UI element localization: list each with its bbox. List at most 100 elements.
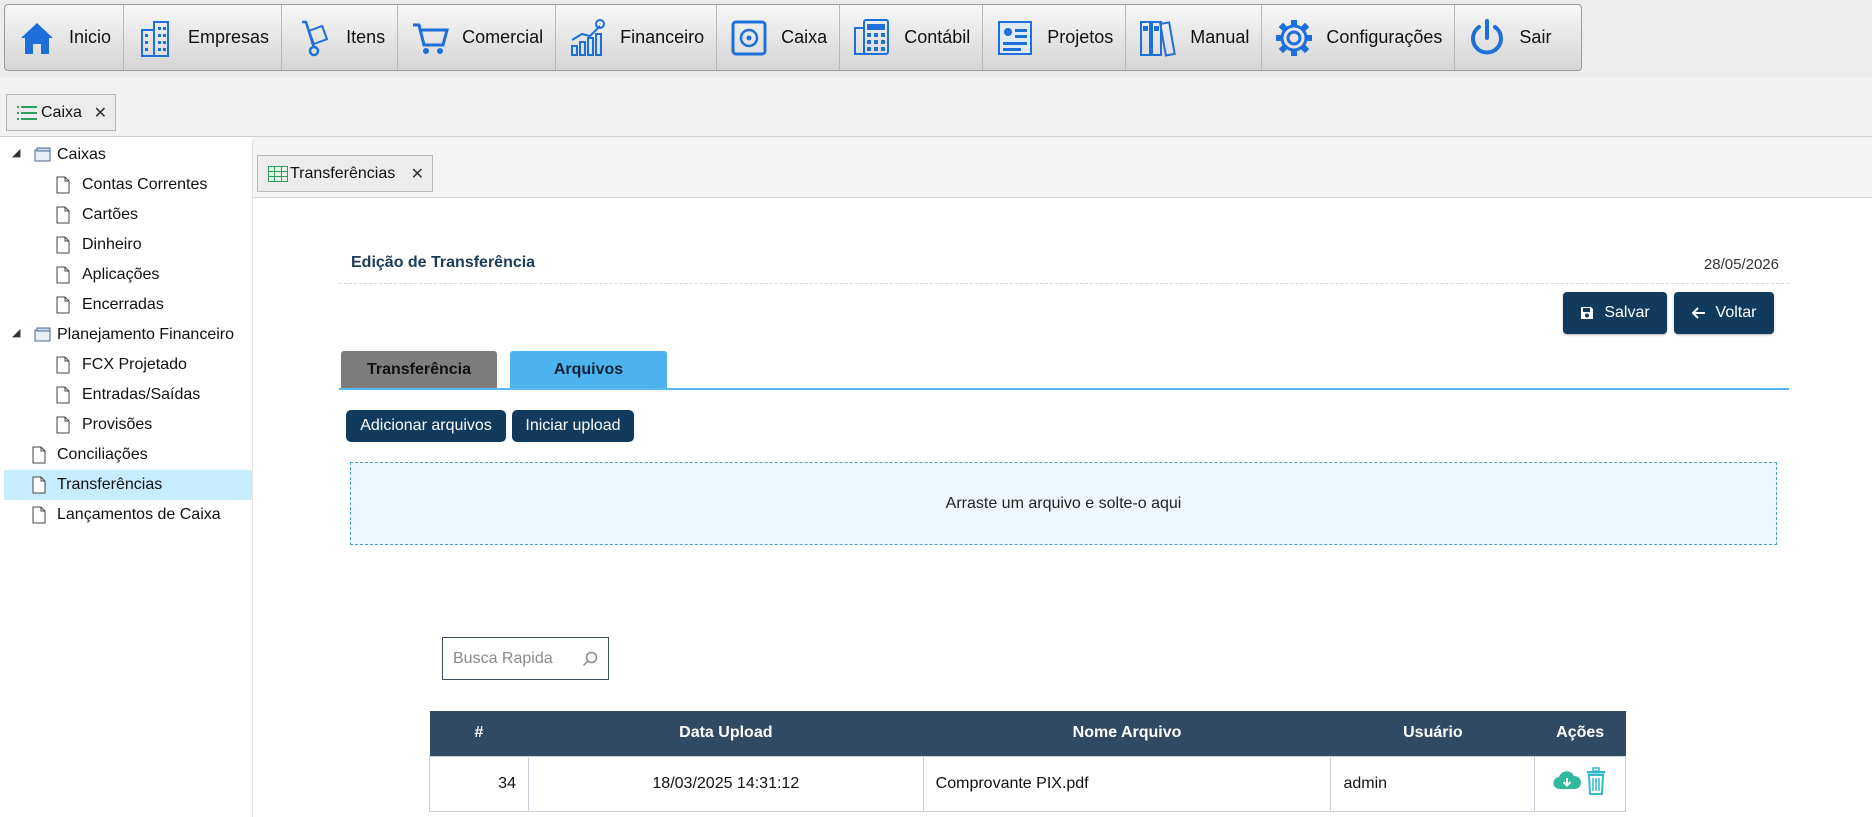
tree-label: Encerradas — [82, 296, 164, 313]
tree-node-contas-correntes[interactable]: Contas Correntes — [4, 170, 252, 200]
tree-label: Lançamentos de Caixa — [57, 506, 221, 523]
tab-caixa-label: Caixa — [41, 103, 82, 121]
menu-caixa[interactable]: Caixa — [717, 5, 841, 70]
menu-empresas[interactable]: Empresas — [124, 5, 283, 70]
back-button[interactable]: Voltar — [1674, 292, 1774, 334]
home-icon — [15, 16, 59, 60]
col-id[interactable]: # — [429, 711, 529, 756]
document-icon — [32, 476, 46, 499]
menu-sair-label: Sair — [1519, 27, 1552, 47]
edit-panel: Edição de Transferência 28/05/2026 Salva… — [253, 198, 1872, 817]
current-date: 28/05/2026 — [1703, 256, 1779, 273]
trash-icon[interactable] — [1585, 767, 1607, 800]
tab-transferencia[interactable]: Transferência — [341, 351, 497, 388]
back-button-label: Voltar — [1715, 304, 1757, 321]
safe-icon — [727, 16, 771, 60]
floppy-icon — [1580, 306, 1594, 320]
tree-label: FCX Projetado — [82, 356, 187, 373]
navigation-tree: ◢ Caixas Contas Correntes Cartões Dinhei… — [4, 140, 253, 817]
tree-node-lancamentos-de-caixa[interactable]: Lançamentos de Caixa — [4, 500, 252, 530]
dropzone-text: Arraste um arquivo e solte-o aqui — [945, 494, 1182, 512]
tree-node-encerradas[interactable]: Encerradas — [4, 290, 252, 320]
gear-icon — [1272, 16, 1316, 60]
calculator-icon — [850, 16, 894, 60]
document-icon — [56, 296, 70, 319]
menu-configuracoes-label: Configurações — [1326, 27, 1443, 47]
expanded-arrow-icon[interactable]: ◢ — [12, 326, 20, 339]
file-dropzone[interactable]: Arraste um arquivo e solte-o aqui — [350, 462, 1777, 545]
cell-date: 18/03/2025 14:31:12 — [527, 755, 924, 812]
tab-transferencias[interactable]: Transferências ✕ — [257, 155, 433, 192]
menu-projetos[interactable]: Projetos — [983, 5, 1127, 70]
table-row[interactable]: 34 18/03/2025 14:31:12 Comprovante PIX.p… — [429, 755, 1626, 812]
divider — [339, 283, 1789, 284]
tree-label: Planejamento Financeiro — [57, 326, 234, 343]
col-nome-arquivo[interactable]: Nome Arquivo — [923, 711, 1331, 756]
menu-inicio[interactable]: Inicio — [5, 5, 125, 70]
tree-node-conciliacoes[interactable]: Conciliações — [4, 440, 252, 470]
menu-contabil-label: Contábil — [904, 27, 971, 47]
document-icon — [56, 386, 70, 409]
tree-node-cartoes[interactable]: Cartões — [4, 200, 252, 230]
search-icon[interactable] — [582, 651, 598, 667]
tree-node-fcx-projetado[interactable]: FCX Projetado — [4, 350, 252, 380]
list-icon — [17, 105, 37, 120]
tree-label: Cartões — [82, 206, 139, 223]
document-icon — [56, 356, 70, 379]
grid-icon — [268, 165, 288, 182]
tree-label: Entradas/Saídas — [82, 386, 201, 403]
arrow-left-icon — [1691, 307, 1706, 319]
cell-file-name: Comprovante PIX.pdf — [922, 755, 1332, 812]
table-header-row: # Data Upload Nome Arquivo Usuário Ações — [429, 711, 1626, 756]
menu-comercial[interactable]: Comercial — [398, 5, 557, 70]
tab-arquivos[interactable]: Arquivos — [510, 351, 667, 388]
menu-itens-label: Itens — [346, 27, 386, 47]
col-acoes: Ações — [1534, 711, 1626, 756]
tree-node-entradas-saidas[interactable]: Entradas/Saídas — [4, 380, 252, 410]
tree-node-provisoes[interactable]: Provisões — [4, 410, 252, 440]
col-usuario[interactable]: Usuário — [1330, 711, 1535, 756]
start-upload-button[interactable]: Iniciar upload — [512, 410, 634, 442]
tree-node-caixas[interactable]: ◢ Caixas — [4, 140, 252, 170]
menu-configuracoes[interactable]: Configurações — [1262, 5, 1456, 70]
module-tab-row: Caixa ✕ — [0, 77, 1872, 137]
tree-label: Aplicações — [82, 266, 160, 283]
tab-caixa[interactable]: Caixa ✕ — [6, 94, 116, 131]
tree-node-planejamento-financeiro[interactable]: ◢ Planejamento Financeiro — [4, 320, 252, 350]
tree-node-transferencias[interactable]: Transferências — [4, 470, 252, 500]
main-menu-bar: Inicio Empresas Itens Comercial Financei… — [4, 4, 1582, 71]
cell-user: admin — [1330, 755, 1536, 812]
menu-sair[interactable]: Sair — [1455, 5, 1563, 70]
menu-financeiro[interactable]: Financeiro — [556, 5, 718, 70]
tab-underline — [339, 388, 1789, 390]
tree-node-dinheiro[interactable]: Dinheiro — [4, 230, 252, 260]
menu-manual[interactable]: Manual — [1126, 5, 1263, 70]
search-input[interactable] — [453, 649, 573, 668]
save-button-label: Salvar — [1604, 304, 1650, 321]
quick-search[interactable] — [442, 637, 609, 680]
expanded-arrow-icon[interactable]: ◢ — [12, 146, 20, 159]
save-button[interactable]: Salvar — [1563, 292, 1667, 334]
add-files-button[interactable]: Adicionar arquivos — [346, 410, 506, 442]
growth-chart-icon — [566, 16, 610, 60]
document-icon — [56, 266, 70, 289]
cloud-download-icon[interactable] — [1553, 770, 1581, 797]
document-icon — [32, 506, 46, 529]
project-board-icon — [993, 16, 1037, 60]
close-icon[interactable]: ✕ — [94, 103, 107, 123]
tree-label: Contas Correntes — [82, 176, 208, 193]
folder-icon — [34, 327, 52, 348]
close-icon[interactable]: ✕ — [411, 164, 424, 184]
menu-contabil[interactable]: Contábil — [840, 5, 984, 70]
menu-itens[interactable]: Itens — [282, 5, 399, 70]
menu-manual-label: Manual — [1190, 27, 1250, 47]
menu-comercial-label: Comercial — [462, 27, 544, 47]
tree-label: Conciliações — [57, 446, 148, 463]
col-data-upload[interactable]: Data Upload — [528, 711, 924, 756]
tree-node-aplicacoes[interactable]: Aplicações — [4, 260, 252, 290]
document-icon — [56, 206, 70, 229]
document-icon — [56, 236, 70, 259]
tree-label: Transferências — [57, 476, 163, 493]
menu-inicio-label: Inicio — [69, 27, 112, 47]
cart-icon — [408, 16, 452, 60]
